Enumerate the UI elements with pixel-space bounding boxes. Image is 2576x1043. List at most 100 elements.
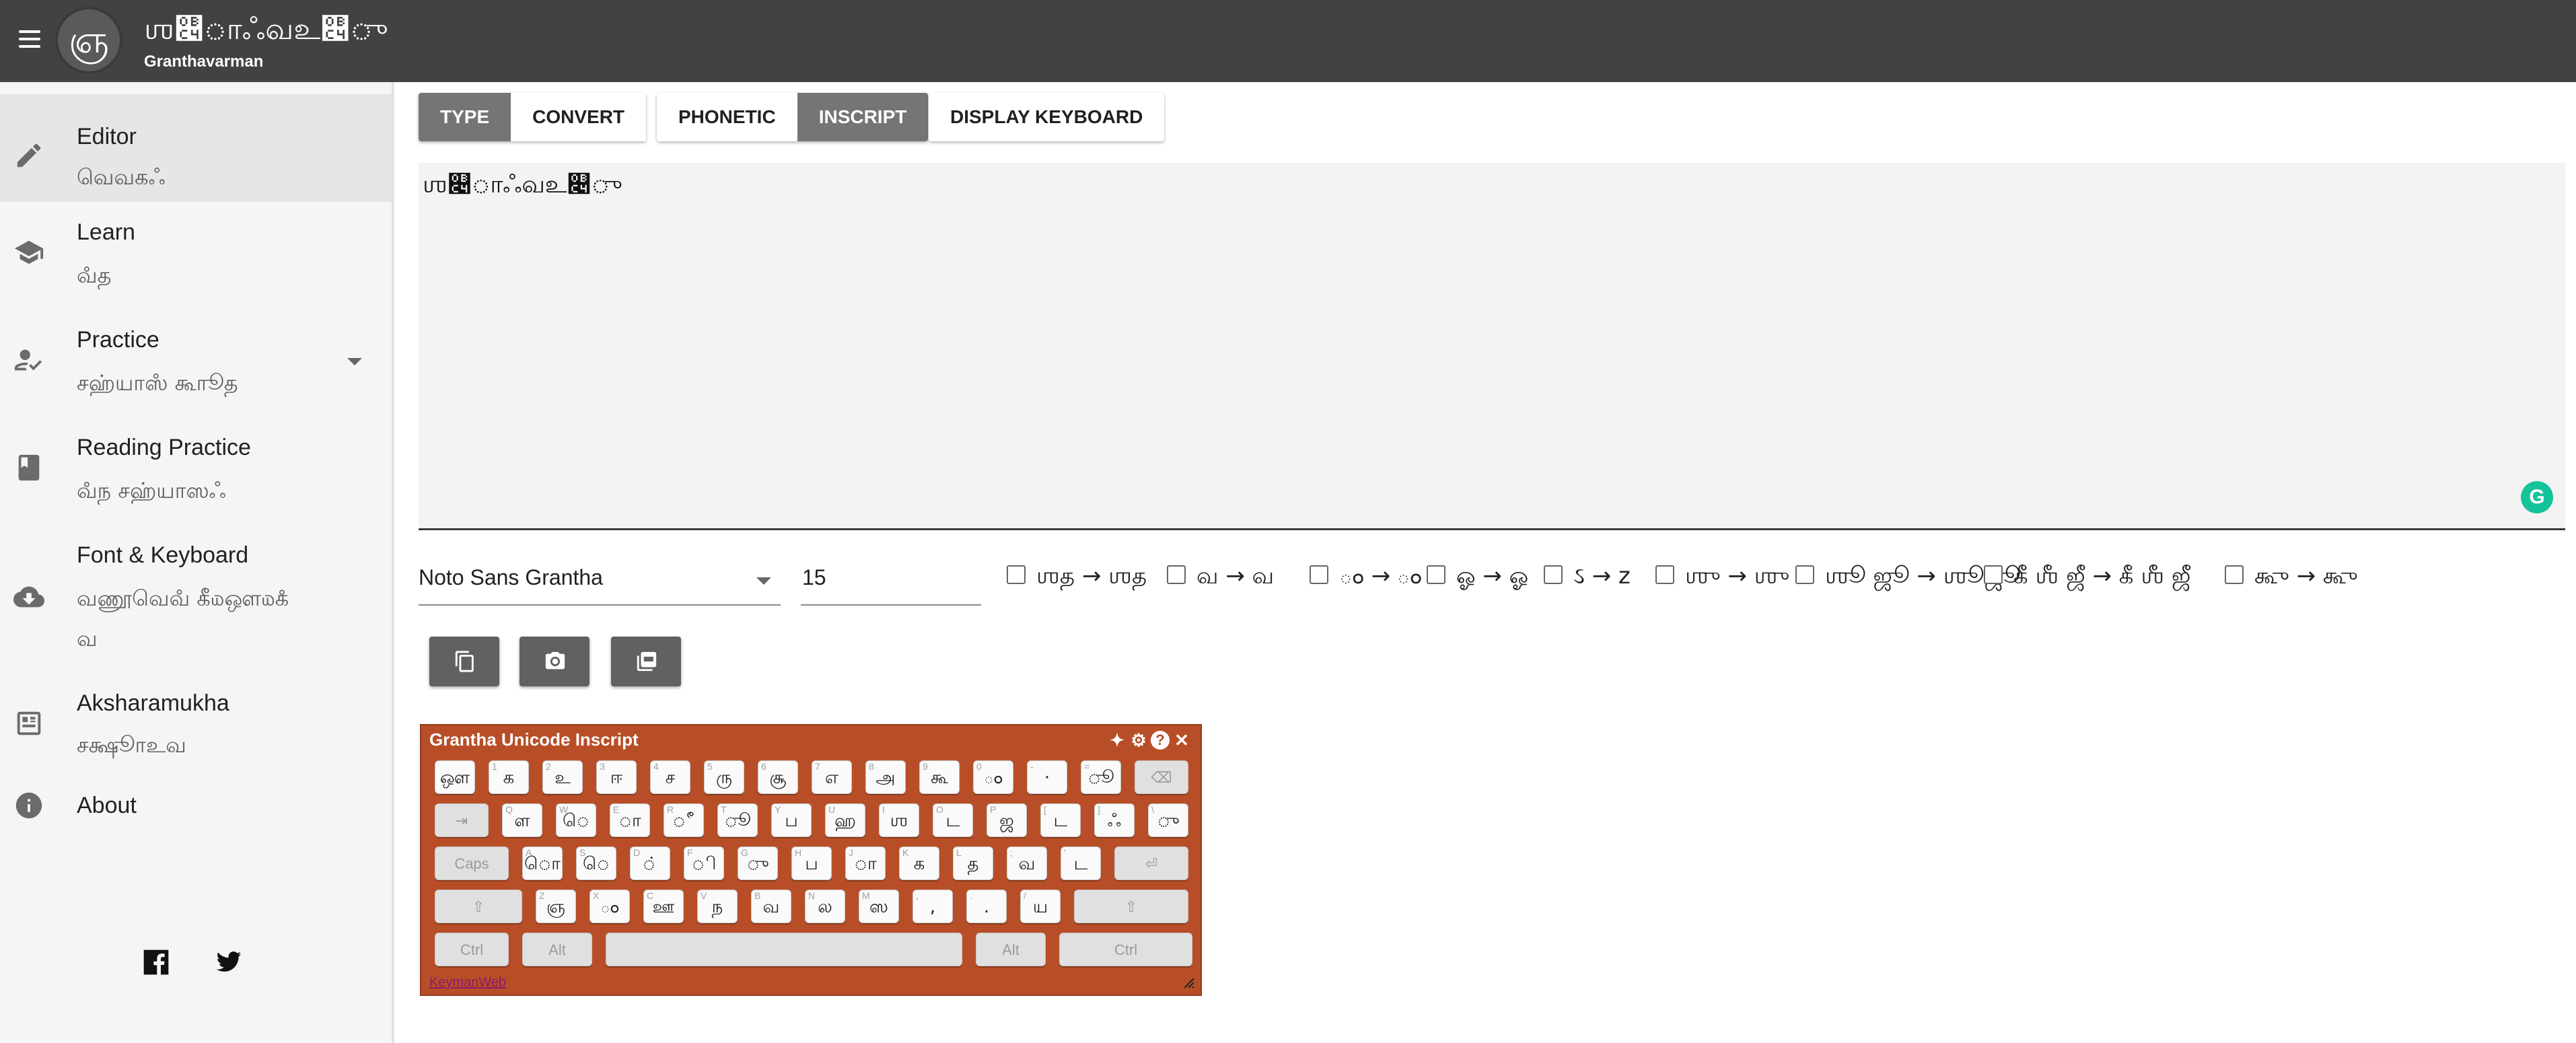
app-subtitle: Granthavarman bbox=[144, 52, 264, 71]
gear-icon[interactable]: ⚙ bbox=[1129, 731, 1148, 750]
twitter-icon[interactable] bbox=[214, 949, 244, 976]
keyboard-key[interactable]: Pஜ bbox=[987, 803, 1027, 837]
sidebar-item-label: Practice bbox=[77, 327, 159, 353]
keyboard-key[interactable]: Gு bbox=[738, 847, 778, 880]
sidebar-item-aksharamukha[interactable]: Aksharamukha சக்ஷூாஉவ bbox=[0, 673, 392, 774]
text-editor[interactable]: ஶ௄ாஃவஉ௄ு G bbox=[419, 163, 2565, 530]
checkbox[interactable] bbox=[1795, 565, 1814, 584]
keyboard-key[interactable]: 2உ bbox=[542, 760, 583, 794]
ctrl-right-key[interactable]: Ctrl bbox=[1059, 933, 1192, 966]
checkbox[interactable] bbox=[1655, 565, 1674, 584]
sidebar-item-font-keyboard[interactable]: Font & Keyboard வணூவெவஂ கீ௰ஔ௰கஂ வ bbox=[0, 525, 392, 673]
close-icon[interactable]: ✕ bbox=[1172, 731, 1191, 750]
keyboard-key[interactable]: \ு bbox=[1148, 803, 1188, 837]
resize-handle-icon[interactable] bbox=[1182, 976, 1195, 989]
alt-left-key[interactable]: Alt bbox=[522, 933, 592, 966]
keyboard-key[interactable]: Kக bbox=[899, 847, 939, 880]
checkbox[interactable] bbox=[2225, 565, 2244, 584]
font-size-field[interactable]: 15 bbox=[801, 556, 981, 606]
keyboard-key[interactable]: D் bbox=[630, 847, 670, 880]
keyboard-key[interactable]: Vந bbox=[697, 890, 738, 923]
keyboard-key[interactable]: Wெ bbox=[556, 803, 596, 837]
pin-icon[interactable]: ✦ bbox=[1108, 731, 1126, 750]
caps-lock-key[interactable]: Caps bbox=[435, 847, 509, 880]
sidebar-item-reading-practice[interactable]: Reading Practice வஂந சஹ்யாஸஃ bbox=[0, 417, 392, 525]
chevron-down-icon[interactable] bbox=[347, 358, 362, 365]
keyboard-key[interactable]: 7எ bbox=[812, 760, 852, 794]
keyboard-key[interactable]: Oட bbox=[933, 803, 973, 837]
keyboard-key[interactable]: Yப bbox=[771, 803, 812, 837]
keyboard-key[interactable]: 8அ bbox=[865, 760, 906, 794]
keyboard-key[interactable]: Eா bbox=[610, 803, 650, 837]
chevron-down-icon bbox=[756, 577, 771, 585]
keyboard-key[interactable]: Mஸ bbox=[859, 890, 899, 923]
keyboard-key[interactable]: Hப bbox=[791, 847, 832, 880]
key-label: Alt bbox=[1002, 941, 1019, 958]
keyboard-key[interactable]: [ட bbox=[1040, 803, 1081, 837]
keyboard-key[interactable]: Rீ bbox=[664, 803, 704, 837]
keyboard-key[interactable]: ஔ bbox=[435, 760, 475, 794]
keyboard-key[interactable]: 3ஈ bbox=[596, 760, 637, 794]
enter-key[interactable]: ⏎ bbox=[1114, 847, 1188, 880]
keyboard-key[interactable]: - · bbox=[1027, 760, 1067, 794]
checkbox[interactable] bbox=[1310, 565, 1328, 584]
convert-mode-button[interactable]: CONVERT bbox=[511, 93, 647, 141]
ctrl-left-key[interactable]: Ctrl bbox=[435, 933, 509, 966]
keyboard-key[interactable]: ; வ bbox=[1007, 847, 1047, 880]
checkbox[interactable] bbox=[1007, 565, 1026, 584]
phonetic-scheme-button[interactable]: PHONETIC bbox=[657, 93, 797, 141]
shift-left-key[interactable]: ⇧ bbox=[435, 890, 522, 923]
keyboard-key[interactable]: Fி bbox=[684, 847, 724, 880]
grammarly-icon[interactable]: G bbox=[2521, 481, 2553, 513]
keyboard-key[interactable]: 0ం bbox=[973, 760, 1013, 794]
keyboard-key[interactable]: =ூ bbox=[1081, 760, 1121, 794]
sidebar-item-about[interactable]: About bbox=[0, 774, 392, 841]
keyboard-key[interactable]: 9 கூ bbox=[919, 760, 960, 794]
keyboard-key[interactable]: Jா bbox=[845, 847, 886, 880]
backspace-key[interactable]: ⌫ bbox=[1135, 760, 1188, 794]
pdf-button[interactable] bbox=[611, 637, 681, 686]
type-mode-button[interactable]: TYPE bbox=[419, 93, 511, 141]
alt-right-key[interactable]: Alt bbox=[976, 933, 1046, 966]
keyboard-key[interactable]: Cஊ bbox=[643, 890, 684, 923]
keyboard-key[interactable]: Uஹ bbox=[825, 803, 865, 837]
menu-icon[interactable] bbox=[15, 24, 44, 54]
keyboard-key[interactable]: 4ச bbox=[650, 760, 690, 794]
sidebar-item-editor[interactable]: Editor வெவகஃ bbox=[0, 94, 392, 202]
keyboard-key[interactable]: Qள bbox=[502, 803, 542, 837]
keyboard-key[interactable]: 1க bbox=[489, 760, 529, 794]
keyboard-key[interactable]: ' ட bbox=[1061, 847, 1101, 880]
keyboard-key[interactable]: Lத bbox=[953, 847, 993, 880]
checkbox[interactable] bbox=[1544, 565, 1563, 584]
sidebar-item-learn[interactable]: Learn வஂத bbox=[0, 202, 392, 310]
keyboard-key[interactable]: Xం bbox=[589, 890, 630, 923]
inscript-scheme-button[interactable]: INSCRIPT bbox=[797, 93, 929, 141]
keyboard-key[interactable]: Bவ bbox=[751, 890, 791, 923]
keyboard-key[interactable]: / ய bbox=[1020, 890, 1061, 923]
keyboard-key[interactable]: Nல bbox=[805, 890, 845, 923]
keyboard-key[interactable]: Sெ bbox=[576, 847, 616, 880]
checkbox[interactable] bbox=[1167, 565, 1186, 584]
space-key[interactable] bbox=[606, 933, 962, 966]
tab-key[interactable]: ⇥ bbox=[435, 803, 489, 837]
sidebar-item-practice[interactable]: Practice சஹ்யாஸஂ கூாூத bbox=[0, 310, 392, 417]
keyboard-key[interactable]: ,, bbox=[913, 890, 953, 923]
help-icon[interactable]: ? bbox=[1151, 731, 1170, 750]
display-keyboard-button[interactable]: DISPLAY KEYBOARD bbox=[929, 93, 1165, 141]
checkbox[interactable] bbox=[1427, 565, 1445, 584]
screenshot-button[interactable] bbox=[520, 637, 589, 686]
keymanweb-link[interactable]: KeymanWeb bbox=[429, 975, 506, 991]
keyboard-key[interactable]: Iஶ bbox=[879, 803, 919, 837]
keyboard-key[interactable]: Tூ bbox=[717, 803, 758, 837]
keyboard-key[interactable]: Zஞ bbox=[536, 890, 576, 923]
copy-button[interactable] bbox=[429, 637, 499, 686]
keyboard-key[interactable]: ] ஃ bbox=[1094, 803, 1135, 837]
keyboard-key[interactable]: 5 ரு bbox=[704, 760, 744, 794]
keyboard-key[interactable]: .. bbox=[966, 890, 1007, 923]
font-select[interactable]: Noto Sans Grantha bbox=[419, 556, 781, 606]
keyboard-key[interactable]: Aொ bbox=[522, 847, 563, 880]
facebook-icon[interactable] bbox=[141, 947, 171, 977]
checkbox[interactable] bbox=[1984, 565, 2003, 584]
keyboard-key[interactable]: 6 சூ bbox=[758, 760, 798, 794]
shift-right-key[interactable]: ⇧ bbox=[1074, 890, 1188, 923]
